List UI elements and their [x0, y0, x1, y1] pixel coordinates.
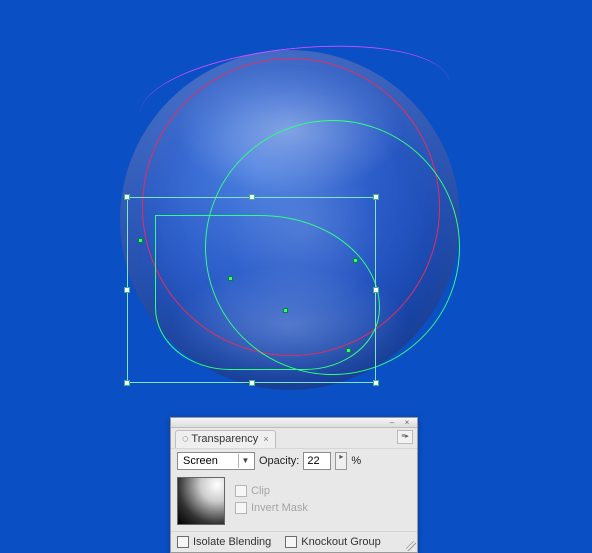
gradient-swatch [178, 478, 224, 524]
resize-handle-mid-left[interactable] [124, 287, 130, 293]
panel-menu-button[interactable] [397, 430, 413, 444]
resize-handle-bottom-left[interactable] [124, 380, 130, 386]
opacity-thumbnail[interactable] [177, 477, 225, 525]
resize-handle-bottom-mid[interactable] [249, 380, 255, 386]
isolate-blending-checkbox[interactable] [177, 536, 189, 548]
clip-checkbox [235, 485, 247, 497]
opacity-label: Opacity: [259, 455, 299, 467]
anchor-point[interactable] [353, 258, 358, 263]
panel-close-icon[interactable]: × [400, 419, 414, 427]
knockout-group-option[interactable]: Knockout Group [285, 536, 381, 548]
panel-minimize-icon[interactable]: – [385, 419, 399, 427]
resize-handle-top-left[interactable] [124, 194, 130, 200]
tab-label: Transparency [191, 433, 258, 445]
anchor-point[interactable] [283, 308, 288, 313]
invert-mask-option: Invert Mask [235, 502, 308, 514]
anchor-point[interactable] [346, 348, 351, 353]
invert-mask-label: Invert Mask [251, 502, 308, 514]
panel-controls-row: Screen ▼ Opacity: % [171, 448, 417, 473]
resize-handle-bottom-right[interactable] [373, 380, 379, 386]
resize-handle-top-mid[interactable] [249, 194, 255, 200]
panel-body: Clip Invert Mask [171, 473, 417, 531]
clip-label: Clip [251, 485, 270, 497]
anchor-point[interactable] [228, 276, 233, 281]
knockout-group-label: Knockout Group [301, 536, 381, 548]
resize-grip[interactable] [406, 541, 416, 551]
close-icon[interactable]: × [263, 434, 268, 444]
chevron-down-icon: ▼ [238, 454, 252, 468]
invert-mask-checkbox [235, 502, 247, 514]
opacity-input[interactable] [303, 452, 331, 470]
isolate-blending-label: Isolate Blending [193, 536, 271, 548]
circle-icon: ◌ [182, 433, 189, 445]
opacity-suffix: % [351, 455, 361, 467]
opacity-stepper[interactable] [335, 452, 347, 470]
resize-handle-top-right[interactable] [373, 194, 379, 200]
isolate-blending-option[interactable]: Isolate Blending [177, 536, 271, 548]
anchor-point[interactable] [138, 238, 143, 243]
transparency-panel[interactable]: – × ◌ Transparency × Screen ▼ Opacity: %… [170, 417, 418, 553]
panel-tab-bar: ◌ Transparency × [171, 428, 417, 448]
knockout-group-checkbox[interactable] [285, 536, 297, 548]
clip-option: Clip [235, 485, 308, 497]
tab-transparency[interactable]: ◌ Transparency × [175, 430, 276, 448]
blend-mode-dropdown[interactable]: Screen ▼ [177, 452, 255, 470]
panel-titlebar[interactable]: – × [171, 418, 417, 428]
resize-handle-mid-right[interactable] [373, 287, 379, 293]
blend-mode-value: Screen [183, 455, 218, 467]
selection-bounding-box[interactable] [127, 197, 376, 383]
